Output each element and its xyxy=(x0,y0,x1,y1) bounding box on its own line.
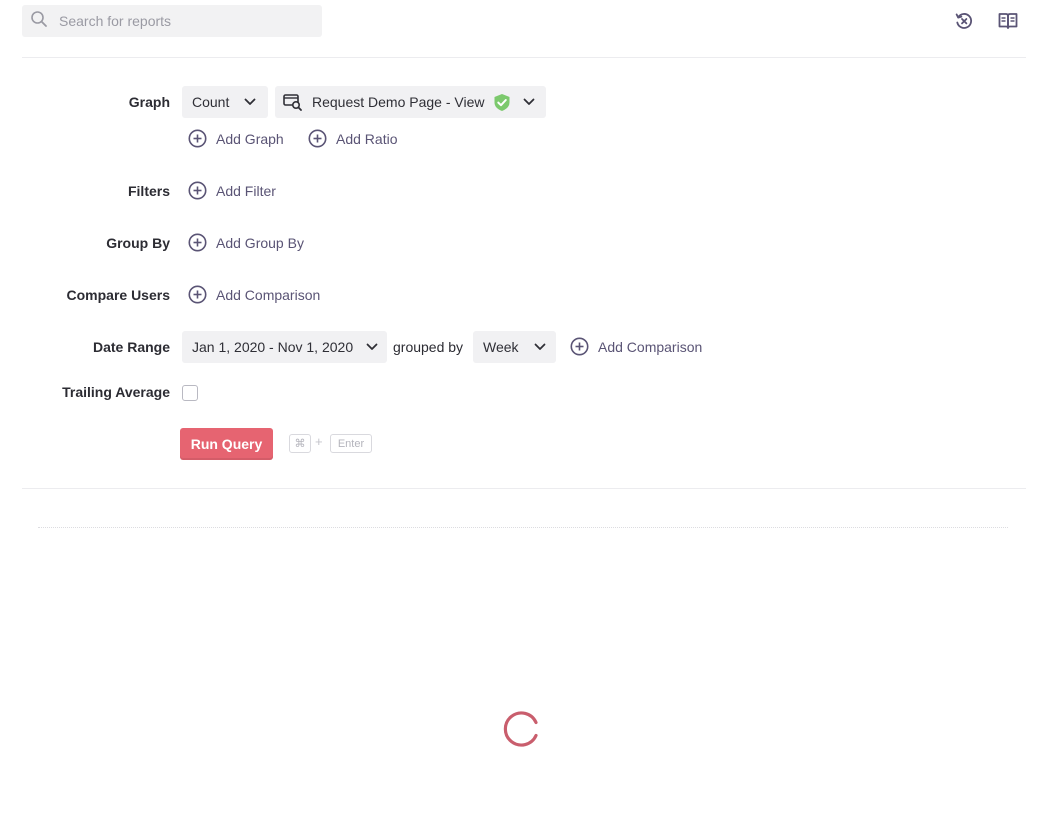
trailing-average-label: Trailing Average xyxy=(62,384,170,400)
event-select[interactable]: Request Demo Page - View xyxy=(275,86,546,118)
add-filter-label: Add Filter xyxy=(216,182,276,199)
plus-circle-icon xyxy=(188,181,207,200)
add-ratio-label: Add Ratio xyxy=(336,130,398,147)
docs-book-icon[interactable] xyxy=(997,10,1019,32)
plus-circle-icon xyxy=(308,129,327,148)
granularity-value: Week xyxy=(483,339,519,355)
shortcut-plus: + xyxy=(315,434,323,449)
add-date-comparison-label: Add Comparison xyxy=(598,338,703,355)
reset-history-icon[interactable] xyxy=(953,10,975,32)
plus-circle-icon xyxy=(188,129,207,148)
top-bar xyxy=(0,0,1046,58)
compare-users-label: Compare Users xyxy=(66,287,171,303)
loading-spinner-icon xyxy=(503,710,541,748)
page-view-icon xyxy=(283,93,303,111)
verified-shield-icon xyxy=(493,93,511,112)
chevron-down-icon xyxy=(523,98,535,106)
add-graph-button[interactable]: Add Graph xyxy=(188,129,284,148)
plus-circle-icon xyxy=(188,285,207,304)
add-comparison-label: Add Comparison xyxy=(216,286,321,303)
date-range-value: Jan 1, 2020 - Nov 1, 2020 xyxy=(192,339,354,355)
top-divider xyxy=(22,57,1026,58)
add-comparison-button[interactable]: Add Comparison xyxy=(188,285,320,304)
search-box[interactable] xyxy=(22,5,322,37)
chevron-down-icon xyxy=(366,343,378,351)
aggregation-select[interactable]: Count xyxy=(182,86,268,118)
add-ratio-button[interactable]: Add Ratio xyxy=(308,129,397,148)
add-group-by-button[interactable]: Add Group By xyxy=(188,233,304,252)
plus-circle-icon xyxy=(188,233,207,252)
add-graph-label: Add Graph xyxy=(216,130,284,147)
plus-circle-icon xyxy=(570,337,589,356)
date-range-select[interactable]: Jan 1, 2020 - Nov 1, 2020 xyxy=(182,331,387,363)
filters-label: Filters xyxy=(127,183,170,199)
date-range-label: Date Range xyxy=(92,339,170,355)
graph-label: Graph xyxy=(128,94,170,110)
results-divider xyxy=(38,527,1008,528)
group-by-label: Group By xyxy=(106,235,170,251)
search-input[interactable] xyxy=(57,12,307,30)
run-query-button[interactable]: Run Query xyxy=(180,428,273,460)
search-icon xyxy=(30,10,48,33)
add-date-comparison-button[interactable]: Add Comparison xyxy=(570,337,702,356)
add-group-by-label: Add Group By xyxy=(216,234,304,251)
cmd-key-hint: ⌘ xyxy=(289,434,311,453)
query-divider xyxy=(22,488,1026,489)
granularity-select[interactable]: Week xyxy=(473,331,556,363)
chevron-down-icon xyxy=(534,343,546,351)
chevron-down-icon xyxy=(244,98,256,106)
event-name: Request Demo Page - View xyxy=(312,94,485,110)
grouped-by-text: grouped by xyxy=(393,339,464,355)
trailing-average-checkbox[interactable] xyxy=(182,385,198,401)
aggregation-value: Count xyxy=(192,94,230,110)
enter-key-hint: Enter xyxy=(330,434,372,453)
add-filter-button[interactable]: Add Filter xyxy=(188,181,276,200)
